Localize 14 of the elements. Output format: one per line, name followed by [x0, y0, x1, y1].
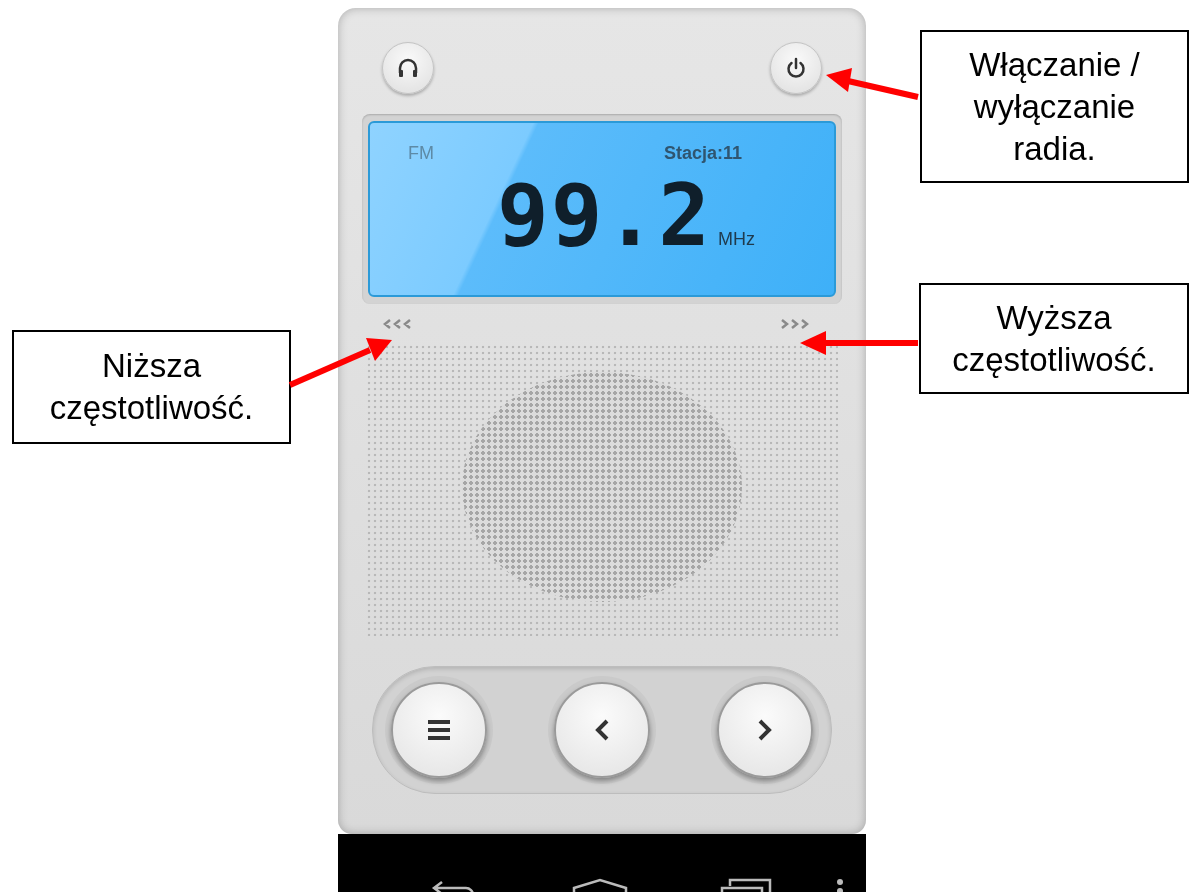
power-icon	[785, 57, 807, 79]
headphones-icon	[397, 57, 419, 79]
chevron-left-icon	[594, 719, 610, 741]
callout-text: Wyższa częstotliwość.	[951, 297, 1157, 380]
callout-text: Niższa częstotliwość.	[48, 346, 255, 428]
power-button[interactable]	[770, 42, 822, 94]
frequency-readout: 99.2	[496, 172, 713, 258]
station-label: Stacja:11	[663, 143, 742, 164]
unit-label: MHz	[718, 229, 756, 250]
headphones-button[interactable]	[382, 42, 434, 94]
menu-icon	[427, 719, 451, 741]
band-label: FM	[408, 143, 434, 164]
chevron-right-icon	[757, 719, 773, 741]
callout-text: Włączanie / wyłączanie radia.	[968, 44, 1141, 169]
